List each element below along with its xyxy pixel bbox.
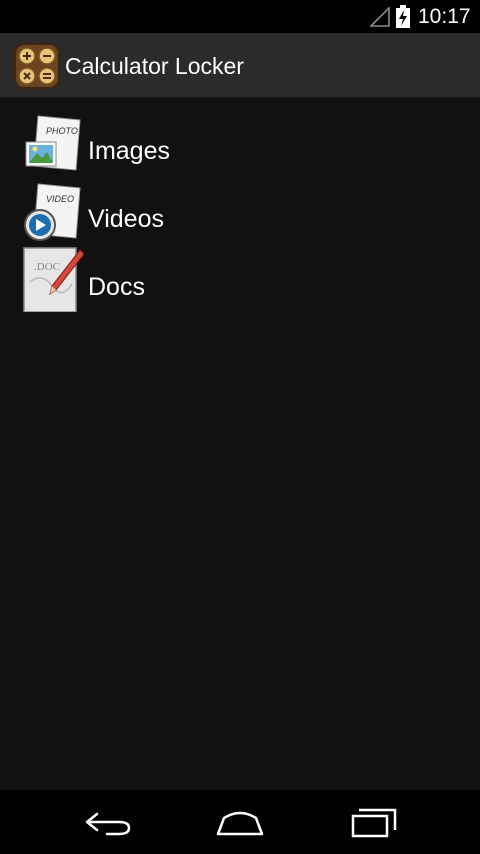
folder-label: Images — [88, 137, 170, 165]
calculator-icon[interactable] — [14, 43, 60, 89]
signal-icon — [370, 7, 390, 27]
app-title: Calculator Locker — [65, 53, 244, 79]
status-bar: 10:17 — [0, 0, 480, 33]
folder-label: Videos — [88, 205, 164, 233]
folder-item-images[interactable]: PHOTO Images — [0, 110, 480, 178]
clock: 10:17 — [418, 5, 471, 28]
folder-item-videos[interactable]: VIDEO Videos — [0, 178, 480, 246]
doc-icon: .DOC — [23, 247, 84, 312]
home-icon[interactable] — [210, 804, 270, 840]
folder-item-docs[interactable]: .DOC Docs — [0, 246, 480, 314]
action-bar: Calculator Locker — [0, 33, 480, 98]
navigation-bar — [0, 790, 480, 854]
svg-text:PHOTO: PHOTO — [46, 126, 78, 136]
svg-text:.DOC: .DOC — [34, 261, 60, 273]
video-icon: VIDEO — [24, 183, 81, 241]
recents-icon[interactable] — [345, 804, 405, 840]
folder-label: Docs — [88, 273, 145, 301]
photo-icon: PHOTO — [25, 115, 81, 171]
svg-text:VIDEO: VIDEO — [46, 194, 74, 204]
folder-list: PHOTO Images VIDEO Videos .DOC Docs — [0, 98, 480, 790]
back-icon[interactable] — [77, 804, 137, 840]
battery-charging-icon — [396, 5, 410, 28]
